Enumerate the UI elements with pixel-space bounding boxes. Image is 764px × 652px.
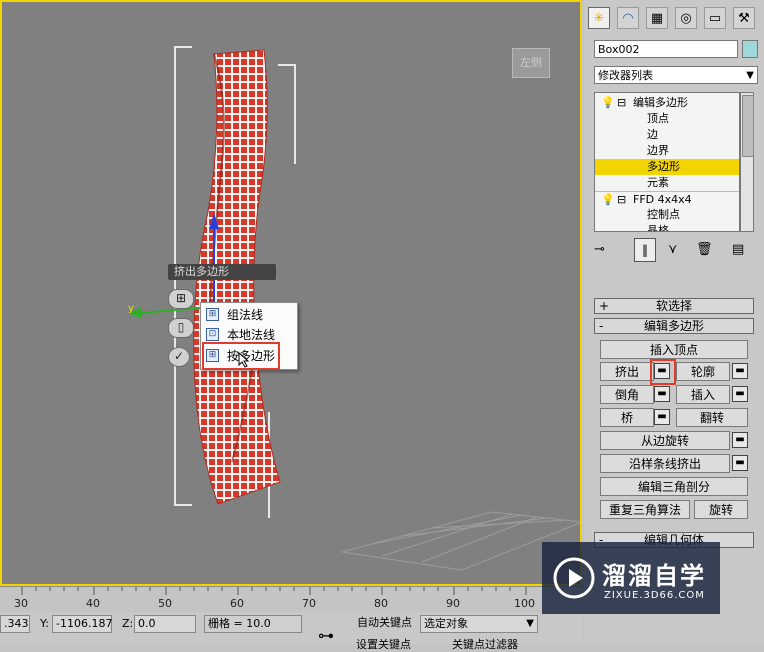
time-slider-track[interactable]: 30 40 50 60 70 80 90 100 [0,586,582,613]
mouse-cursor-icon [238,352,250,368]
tick-label: 90 [446,597,460,610]
turn-button[interactable]: 旋转 [694,500,748,519]
stack-scrollbar[interactable] [740,92,754,232]
collapse-icon: ⊟ [617,96,627,109]
perspective-viewport[interactable]: y 左侧 挤出多边形 ⊞ ▯ ✓ ⊞ 组法线 ⊡ 本地法线 ⊞ 按多边形 [0,0,582,586]
bevel-button[interactable]: 倒角 [600,385,654,404]
caddy-height-button[interactable]: ▯ [168,318,194,338]
extrude-along-spline-button[interactable]: 沿样条线挤出 [600,454,730,473]
make-unique-icon[interactable]: ⋎ [668,242,678,257]
hinge-from-edge-button[interactable]: 从边旋转 [600,431,730,450]
rollout-soft-selection[interactable]: + 软选择 [594,298,754,314]
chevron-down-icon: ▼ [526,618,534,629]
play-logo-icon [553,557,595,599]
modifier-list-dropdown[interactable]: 修改器列表 ▼ [594,66,758,84]
extrude-button[interactable]: 挤出 [600,362,654,381]
key-icon[interactable]: ⊶ [318,626,334,645]
stack-item-control-points[interactable]: 控制点 [595,207,739,223]
stack-item-element[interactable]: 元素 [595,175,739,191]
hierarchy-tab-icon[interactable]: ▦ [646,7,668,29]
timeline-ticks [21,587,527,595]
utilities-tab-icon[interactable]: ⚒ [733,7,755,29]
remove-modifier-icon[interactable]: 🗑 [696,242,713,257]
menu-item-group[interactable]: ⊞ 组法线 [201,305,297,325]
flip-button[interactable]: 翻转 [676,408,748,427]
z-coordinate-field[interactable]: 0.0 [134,615,196,633]
extrude-spline-settings-icon[interactable]: ▬ [732,455,748,471]
x-coordinate-field[interactable]: .343 [0,615,30,633]
rollout-edit-polygons[interactable]: - 编辑多边形 [594,318,754,334]
set-key-button[interactable]: 设置关键点 [356,636,411,652]
y-label: Y: [40,617,49,630]
edit-triangulation-button[interactable]: 编辑三角剖分 [600,477,748,496]
bridge-button[interactable]: 桥 [600,408,654,427]
motion-tab-icon[interactable]: ◎ [675,7,697,29]
caddy-group-button[interactable]: ⊞ [168,289,194,309]
chevron-down-icon: ▼ [746,70,754,81]
configure-sets-icon[interactable]: ▤ [732,242,744,257]
bridge-settings-icon[interactable]: ▬ [654,409,670,425]
object-color-swatch[interactable] [742,40,758,58]
tick-label: 70 [302,597,316,610]
modifier-stack[interactable]: 💡 ⊟ 编辑多边形 顶点 边 边界 多边形 元素 💡 ⊟ FFD 4x4x4 控… [594,92,740,232]
stack-item-vertex[interactable]: 顶点 [595,111,739,127]
key-filters-button[interactable]: 关键点过滤器 [452,636,518,652]
lightbulb-icon: 💡 [601,193,615,206]
stack-item-polygon[interactable]: 多边形 [595,159,739,175]
stack-item-edit-poly[interactable]: 💡 ⊟ 编辑多边形 [595,95,739,111]
z-label: Z: [122,617,134,630]
selected-object-dropdown[interactable]: 选定对象 ▼ [420,615,538,633]
inset-settings-icon[interactable]: ▬ [732,386,748,402]
caddy-title: 挤出多边形 [168,264,276,280]
viewcube[interactable]: 左侧 [512,48,550,78]
watermark-logo: 溜溜自学 ZIXUE.3D66.COM [542,542,720,614]
y-coordinate-field[interactable]: -1106.187 [52,615,112,633]
inset-button[interactable]: 插入 [676,385,730,404]
stack-item-border[interactable]: 边界 [595,143,739,159]
tick-label: 40 [86,597,100,610]
collapse-icon: ⊟ [617,193,627,206]
watermark-title: 溜溜自学 [602,562,706,590]
grid-size-readout: 栅格 = 10.0 [204,615,302,633]
outline-button[interactable]: 轮廓 [676,362,730,381]
stack-item-ffd[interactable]: 💡 ⊟ FFD 4x4x4 [595,191,739,208]
stack-item-lattice[interactable]: 晶格 [595,223,739,231]
viewcube-label: 左侧 [520,56,542,69]
object-name-field[interactable]: Box002 [594,40,738,58]
hinge-settings-icon[interactable]: ▬ [732,432,748,448]
tick-label: 100 [514,597,535,610]
tick-label: 50 [158,597,172,610]
retriangulate-button[interactable]: 重复三角算法 [600,500,690,519]
lightbulb-icon: 💡 [601,96,615,109]
create-tab-icon[interactable]: ✳ [588,7,610,29]
group-normal-icon: ⊞ [206,308,219,321]
insert-vertex-button[interactable]: 插入顶点 [600,340,748,359]
outline-settings-icon[interactable]: ▬ [732,363,748,379]
pin-stack-icon[interactable]: ⊸ [594,242,605,257]
scrollbar-thumb[interactable] [742,95,754,157]
local-normal-icon: ⊡ [206,328,219,341]
modify-tab-icon[interactable]: ◠ [617,7,639,29]
show-end-result-icon[interactable]: ‖ [634,238,656,262]
bevel-settings-icon[interactable]: ▬ [654,386,670,402]
tick-label: 60 [230,597,244,610]
caddy-ok-button[interactable]: ✓ [168,347,190,367]
tick-label: 30 [14,597,28,610]
display-tab-icon[interactable]: ▭ [704,7,726,29]
tick-label: 80 [374,597,388,610]
stack-item-edge[interactable]: 边 [595,127,739,143]
auto-key-button[interactable]: 自动关键点 [354,615,416,633]
extrude-settings-highlight [650,359,676,385]
svg-text:y: y [128,303,134,314]
watermark-url: ZIXUE.3D66.COM [604,590,705,601]
status-bar: .343 Y: -1106.187 Z: 0.0 栅格 = 10.0 ⊶ 自动关… [0,612,582,651]
